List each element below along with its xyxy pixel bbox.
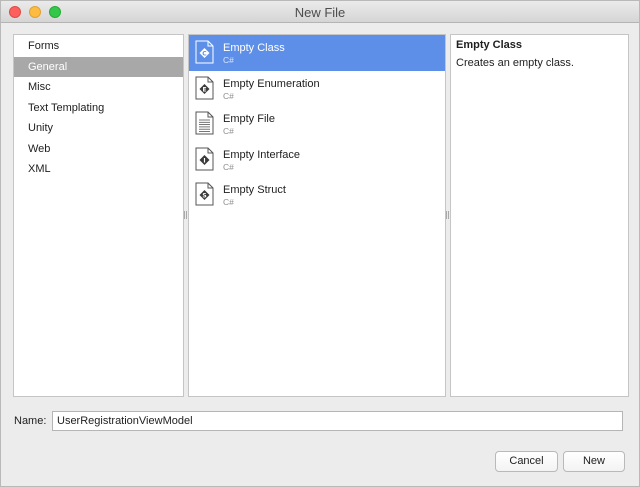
template-name: Empty Enumeration [223,77,320,90]
splitter-handle-left[interactable] [184,211,187,219]
category-item-general[interactable]: General [14,56,183,77]
template-name: Empty Struct [223,184,286,196]
template-list-pane: C Empty Class C# E Empty Enumeration C# Empty … [188,34,446,397]
category-list-pane: Forms General Misc Text Templating Unity Web X… [13,34,184,397]
category-item-unity[interactable]: Unity [14,118,183,139]
file-name-input[interactable] [52,411,623,431]
enum-file-icon: E [195,76,214,100]
category-list: Forms General Misc Text Templating Unity Web X… [14,35,183,180]
category-item-xml[interactable]: XML [14,159,183,180]
template-name: Empty Class [223,42,285,54]
template-language: C# [223,90,234,101]
new-file-dialog: New File Forms General Misc Text Templating… [0,0,640,487]
icon-glyph: S [202,192,206,199]
icon-glyph: I [203,157,205,164]
template-item-empty-class[interactable]: C Empty Class C# [189,35,445,71]
description-text: Creates an empty class. [456,57,574,69]
window-title: New File [294,5,346,20]
interface-file-icon: I [195,147,214,171]
template-language: C# [223,161,234,172]
empty-file-icon [195,111,214,135]
template-name: Empty File [223,113,275,125]
cancel-button[interactable]: Cancel [495,451,558,472]
template-item-empty-interface[interactable]: I Empty Interface C# [189,142,445,178]
description-pane: Empty Class Creates an empty class. [450,34,629,397]
template-language: C# [223,126,234,136]
name-label: Name: [14,415,47,427]
class-file-icon: C [195,40,214,64]
struct-file-icon: S [195,182,214,206]
category-item-web[interactable]: Web [14,139,183,160]
template-item-empty-file[interactable]: Empty File C# [189,106,445,142]
template-list: C Empty Class C# E Empty Enumeration C# Empty … [189,35,445,213]
template-item-empty-enumeration[interactable]: E Empty Enumeration C# [189,71,445,107]
new-button[interactable]: New [563,451,625,472]
description-title: Empty Class [456,39,523,51]
template-item-empty-struct[interactable]: S Empty Struct C# [189,177,445,213]
icon-glyph: E [202,86,206,93]
title-bar[interactable]: New File [1,1,639,23]
category-item-text-templating[interactable]: Text Templating [14,98,183,119]
splitter-handle-right[interactable] [446,211,449,219]
category-item-forms[interactable]: Forms [14,36,183,57]
category-item-misc[interactable]: Misc [14,77,183,98]
template-language: C# [223,55,234,65]
template-name: Empty Interface [223,148,301,161]
icon-glyph: C [202,50,207,57]
template-language: C# [223,197,234,207]
